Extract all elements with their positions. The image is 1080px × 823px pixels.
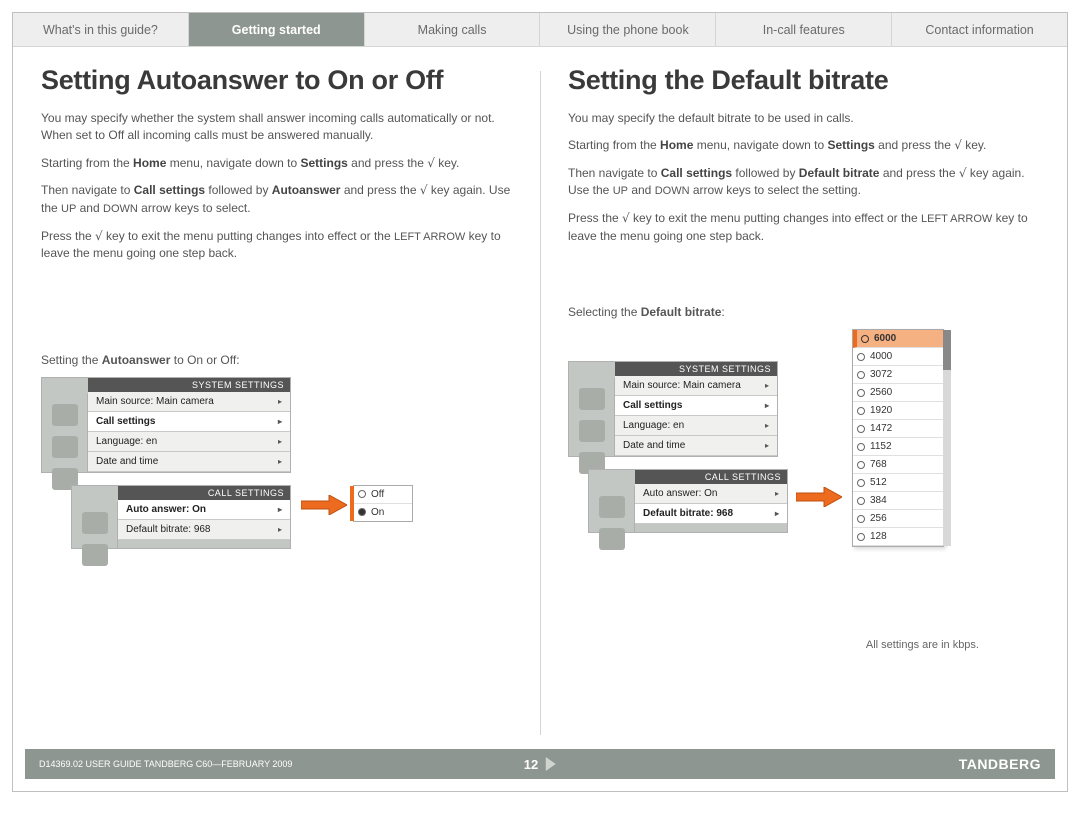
brand-logo: TANDBERG — [959, 756, 1041, 772]
left-heading: Setting Autoanswer to On or Off — [41, 65, 512, 96]
mock-call-settings: CALL SETTINGS Auto answer: On▸ Default b… — [71, 485, 291, 549]
menu-row: Language: en▸ — [88, 432, 290, 452]
mock-system-settings: SYSTEM SETTINGS Main source: Main camera… — [568, 361, 778, 457]
sidebar-icon — [52, 436, 78, 458]
tab-getting-started[interactable]: Getting started — [189, 13, 365, 46]
sidebar-icon — [579, 420, 605, 442]
menu-row-selected: Auto answer: On▸ — [118, 500, 290, 520]
popup-option-off: Off — [354, 486, 412, 504]
bitrate-option: 1472 — [853, 420, 943, 438]
tab-whats-in-guide[interactable]: What's in this guide? — [13, 13, 189, 46]
mock-header: SYSTEM SETTINGS — [615, 362, 777, 376]
mock-sidebar — [589, 486, 635, 532]
mock-header: SYSTEM SETTINGS — [88, 378, 290, 392]
right-caption: Selecting the Default bitrate: — [568, 305, 1039, 319]
mock-sidebar — [569, 378, 615, 456]
menu-row-selected: Call settings▸ — [88, 412, 290, 432]
tab-phone-book[interactable]: Using the phone book — [540, 13, 716, 46]
bitrate-option: 6000 — [853, 330, 943, 348]
footer-doc-id: D14369.02 USER GUIDE TANDBERG C60—FEBRUA… — [39, 759, 292, 769]
bitrate-option: 1920 — [853, 402, 943, 420]
left-para-2: Starting from the Home menu, navigate do… — [41, 155, 512, 172]
tab-contact-info[interactable]: Contact information — [892, 13, 1067, 46]
tab-incall-features[interactable]: In-call features — [716, 13, 892, 46]
right-heading: Setting the Default bitrate — [568, 65, 1039, 96]
mock-system-settings: SYSTEM SETTINGS Main source: Main camera… — [41, 377, 291, 473]
bitrate-option: 2560 — [853, 384, 943, 402]
bitrate-note: All settings are in kbps. — [866, 639, 979, 651]
page-number: 12 — [524, 757, 556, 772]
menu-row-selected: Call settings▸ — [615, 396, 777, 416]
left-para-1: You may specify whether the system shall… — [41, 110, 512, 145]
popup-stripe — [350, 486, 354, 521]
popup-option-on: On — [354, 504, 412, 521]
menu-row: Main source: Main camera▸ — [88, 392, 290, 412]
menu-row: Auto answer: On▸ — [635, 484, 787, 504]
right-para-4: Press the √ key to exit the menu putting… — [568, 210, 1039, 245]
page: What's in this guide? Getting started Ma… — [12, 12, 1068, 792]
arrow-icon — [796, 487, 842, 507]
right-para-1: You may specify the default bitrate to b… — [568, 110, 1039, 127]
left-para-4: Press the √ key to exit the menu putting… — [41, 228, 512, 263]
menu-row: Date and time▸ — [615, 436, 777, 456]
right-column: Setting the Default bitrate You may spec… — [540, 65, 1067, 747]
tab-making-calls[interactable]: Making calls — [365, 13, 541, 46]
bitrate-option: 768 — [853, 456, 943, 474]
left-mocks: SYSTEM SETTINGS Main source: Main camera… — [41, 377, 512, 617]
popup-autoanswer: Off On — [353, 485, 413, 522]
sidebar-icon — [599, 496, 625, 518]
right-para-2: Starting from the Home menu, navigate do… — [568, 137, 1039, 154]
mock-header: CALL SETTINGS — [635, 470, 787, 484]
sidebar-icon — [599, 528, 625, 550]
mock-sidebar — [42, 394, 88, 472]
left-para-3: Then navigate to Call settings followed … — [41, 182, 512, 217]
tab-bar: What's in this guide? Getting started Ma… — [13, 13, 1067, 47]
left-caption: Setting the Autoanswer to On or Off: — [41, 353, 512, 367]
popup-bitrate: 6000 4000 3072 2560 1920 1472 1152 768 5… — [852, 329, 944, 547]
bitrate-option: 512 — [853, 474, 943, 492]
menu-row: Main source: Main camera▸ — [615, 376, 777, 396]
mock-header: CALL SETTINGS — [118, 486, 290, 500]
bitrate-option: 3072 — [853, 366, 943, 384]
sidebar-icon — [579, 388, 605, 410]
bitrate-option: 1152 — [853, 438, 943, 456]
left-column: Setting Autoanswer to On or Off You may … — [13, 65, 540, 747]
menu-row: Default bitrate: 968▸ — [118, 520, 290, 540]
bitrate-option: 128 — [853, 528, 943, 546]
sidebar-icon — [82, 544, 108, 566]
right-para-3: Then navigate to Call settings followed … — [568, 165, 1039, 200]
menu-row-selected: Default bitrate: 968▸ — [635, 504, 787, 524]
content-columns: Setting Autoanswer to On or Off You may … — [13, 47, 1067, 747]
bitrate-option: 4000 — [853, 348, 943, 366]
arrow-icon — [301, 495, 347, 515]
bitrate-option: 256 — [853, 510, 943, 528]
footer-bar: D14369.02 USER GUIDE TANDBERG C60—FEBRUA… — [25, 749, 1055, 779]
bitrate-option: 384 — [853, 492, 943, 510]
mock-call-settings: CALL SETTINGS Auto answer: On▸ Default b… — [588, 469, 788, 533]
sidebar-icon — [52, 404, 78, 426]
menu-row: Date and time▸ — [88, 452, 290, 472]
right-mocks: SYSTEM SETTINGS Main source: Main camera… — [568, 329, 1039, 649]
mock-sidebar — [72, 502, 118, 548]
menu-row: Language: en▸ — [615, 416, 777, 436]
sidebar-icon — [82, 512, 108, 534]
next-page-icon[interactable] — [546, 757, 556, 771]
